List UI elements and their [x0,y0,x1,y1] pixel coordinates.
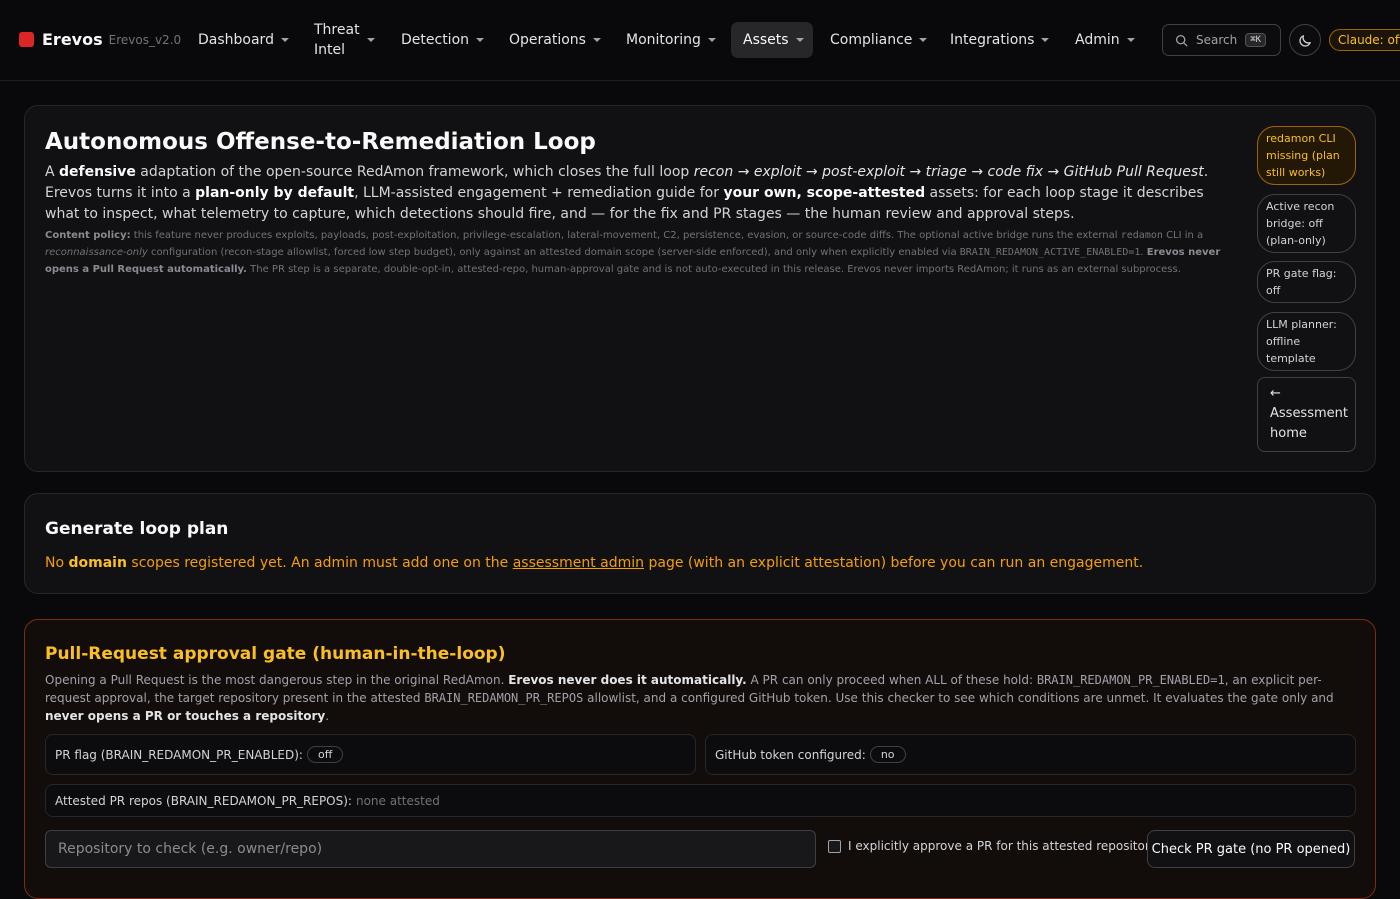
claude-status-badge[interactable]: Claude: off [1329,29,1400,51]
nav-item-label: Detection [401,32,470,48]
repository-input[interactable] [45,830,816,868]
intro-paragraph: A defensive adaptation of the open-sourc… [45,164,1209,222]
chevron-down-icon [1041,38,1050,42]
brand-name: Erevos [42,30,103,49]
pr-gate-flag-pill: PR gate flag: off [1257,261,1356,303]
nav-item-label: Integrations [950,32,1035,48]
chevron-down-icon [592,38,601,42]
nav-item-detection[interactable]: Detection [389,22,496,58]
chevron-down-icon [795,38,804,42]
nav-item-admin[interactable]: Admin [1063,22,1147,58]
no-scopes-warning: No domain scopes registered yet. An admi… [45,555,1144,571]
search-label: Search [1196,33,1238,47]
chevron-down-icon [476,38,485,42]
generate-plan-card: Generate loop plan No domain scopes regi… [24,493,1376,594]
check-pr-gate-button[interactable]: Check PR gate (no PR opened) [1147,830,1355,868]
attested-repos-status: Attested PR repos (BRAIN_REDAMON_PR_REPO… [45,784,1356,817]
assessment-admin-link[interactable]: assessment admin [513,555,644,571]
arrow-left-icon: ← [1270,386,1281,401]
redamon-cli-status-pill: redamon CLI missing (plan still works) [1257,126,1356,185]
nav-item-assets[interactable]: Assets [731,22,813,58]
approve-pr-checkbox[interactable]: I explicitly approve a PR for this attes… [828,839,1157,853]
pr-flag-label: PR flag (BRAIN_REDAMON_PR_ENABLED): [55,747,303,762]
loop-overview-card: Autonomous Offense-to-Remediation Loop A… [24,105,1376,472]
search-shortcut: ⌘K [1245,33,1267,47]
content-policy-note: Content policy: this feature never produ… [45,230,1221,275]
github-token-status: GitHub token configured: no [705,734,1356,775]
pr-flag-value-badge: off [306,746,344,763]
generate-plan-title: Generate loop plan [45,519,229,539]
assessment-home-label: Assessment home [1270,406,1348,441]
nav-item-operations[interactable]: Operations [497,22,613,58]
top-navbar: Erevos Erevos_v2.0 Dashboard Threat Inte… [0,0,1400,81]
checkbox-icon[interactable] [828,839,841,853]
assessment-home-button[interactable]: ← Assessment home [1257,377,1356,452]
brand[interactable]: Erevos Erevos_v2.0 [19,30,181,49]
nav-item-label: Operations [509,32,586,48]
nav-item-integrations[interactable]: Integrations [938,22,1061,58]
search-icon [1175,34,1188,46]
attested-repos-value: none attested [355,793,440,808]
nav-item-label: Compliance [830,32,913,48]
nav-item-label: Dashboard [198,32,274,48]
brand-version: Erevos_v2.0 [108,32,182,47]
llm-planner-status-pill: LLM planner: offline template [1257,312,1356,371]
nav-item-compliance[interactable]: Compliance [818,22,939,58]
nav-item-label: Admin [1075,32,1120,48]
pr-gate-description: Opening a Pull Request is the most dange… [45,673,1334,723]
theme-toggle-button[interactable] [1289,24,1321,56]
nav-item-threat-intel[interactable]: Threat Intel [302,22,382,58]
search-button[interactable]: Search ⌘K [1162,24,1281,56]
nav-item-label: Monitoring [626,32,701,48]
nav-item-label: Threat Intel [314,22,360,58]
chevron-down-icon [366,38,375,42]
nav-item-label: Assets [743,32,789,48]
pr-gate-title: Pull-Request approval gate (human-in-the… [45,644,506,664]
approve-pr-label: I explicitly approve a PR for this attes… [848,839,1157,853]
chevron-down-icon [707,38,716,42]
page-title: Autonomous Offense-to-Remediation Loop [45,129,596,155]
attested-repos-label: Attested PR repos (BRAIN_REDAMON_PR_REPO… [55,793,352,808]
nav-item-dashboard[interactable]: Dashboard [186,22,301,58]
nav-item-monitoring[interactable]: Monitoring [614,22,728,58]
brand-logo-icon [19,32,34,47]
chevron-down-icon [280,38,289,42]
chevron-down-icon [1126,38,1135,42]
github-token-label: GitHub token configured: [715,747,866,762]
moon-icon [1298,34,1311,47]
chevron-down-icon [919,38,928,42]
github-token-value-badge: no [869,746,906,763]
pr-approval-gate-card: Pull-Request approval gate (human-in-the… [24,619,1376,899]
pr-flag-status: PR flag (BRAIN_REDAMON_PR_ENABLED): off [45,734,696,775]
active-recon-status-pill: Active recon bridge: off (plan-only) [1257,194,1356,253]
